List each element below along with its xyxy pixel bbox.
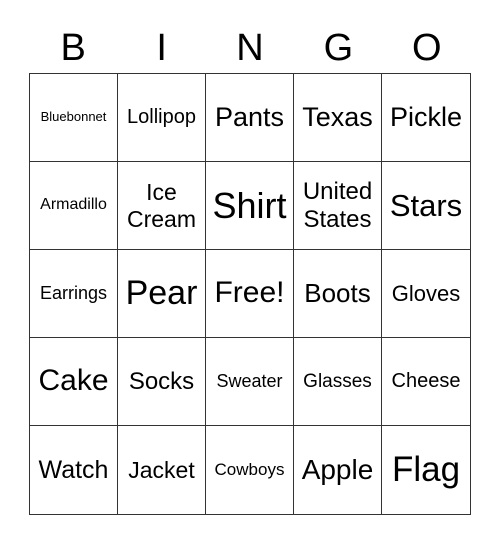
bingo-cell[interactable]: Bluebonnet bbox=[30, 74, 118, 162]
bingo-cell[interactable]: United States bbox=[294, 162, 382, 250]
bingo-cell[interactable]: Pants bbox=[206, 74, 294, 162]
header-letter-g: G bbox=[323, 27, 354, 69]
bingo-cell-free[interactable]: Free! bbox=[206, 250, 294, 338]
header-letter-n: N bbox=[236, 27, 264, 69]
bingo-cell[interactable]: Sweater bbox=[206, 338, 294, 426]
bingo-cell[interactable]: Boots bbox=[294, 250, 382, 338]
bingo-cell[interactable]: Cheese bbox=[382, 338, 470, 426]
bingo-cell[interactable]: Shirt bbox=[206, 162, 294, 250]
header-letter-i: I bbox=[156, 27, 167, 69]
bingo-cell[interactable]: Cake bbox=[30, 338, 118, 426]
bingo-cell[interactable]: Glasses bbox=[294, 338, 382, 426]
bingo-cell[interactable]: Texas bbox=[294, 74, 382, 162]
header-letter-b: B bbox=[60, 27, 86, 69]
bingo-cell[interactable]: Pickle bbox=[382, 74, 470, 162]
bingo-cell[interactable]: Flag bbox=[382, 426, 470, 514]
bingo-cell[interactable]: Stars bbox=[382, 162, 470, 250]
bingo-grid: Bluebonnet Lollipop Pants Texas Pickle A… bbox=[29, 73, 471, 515]
bingo-cell[interactable]: Earrings bbox=[30, 250, 118, 338]
bingo-cell[interactable]: Jacket bbox=[118, 426, 206, 514]
bingo-cell[interactable]: Socks bbox=[118, 338, 206, 426]
header-letter-o: O bbox=[412, 27, 442, 69]
bingo-cell[interactable]: Cowboys bbox=[206, 426, 294, 514]
bingo-cell[interactable]: Watch bbox=[30, 426, 118, 514]
bingo-cell[interactable]: Armadillo bbox=[30, 162, 118, 250]
bingo-cell[interactable]: Lollipop bbox=[118, 74, 206, 162]
bingo-cell[interactable]: Ice Cream bbox=[118, 162, 206, 250]
bingo-header: B I N G O bbox=[29, 26, 471, 70]
bingo-cell[interactable]: Pear bbox=[118, 250, 206, 338]
bingo-cell[interactable]: Apple bbox=[294, 426, 382, 514]
bingo-cell[interactable]: Gloves bbox=[382, 250, 470, 338]
